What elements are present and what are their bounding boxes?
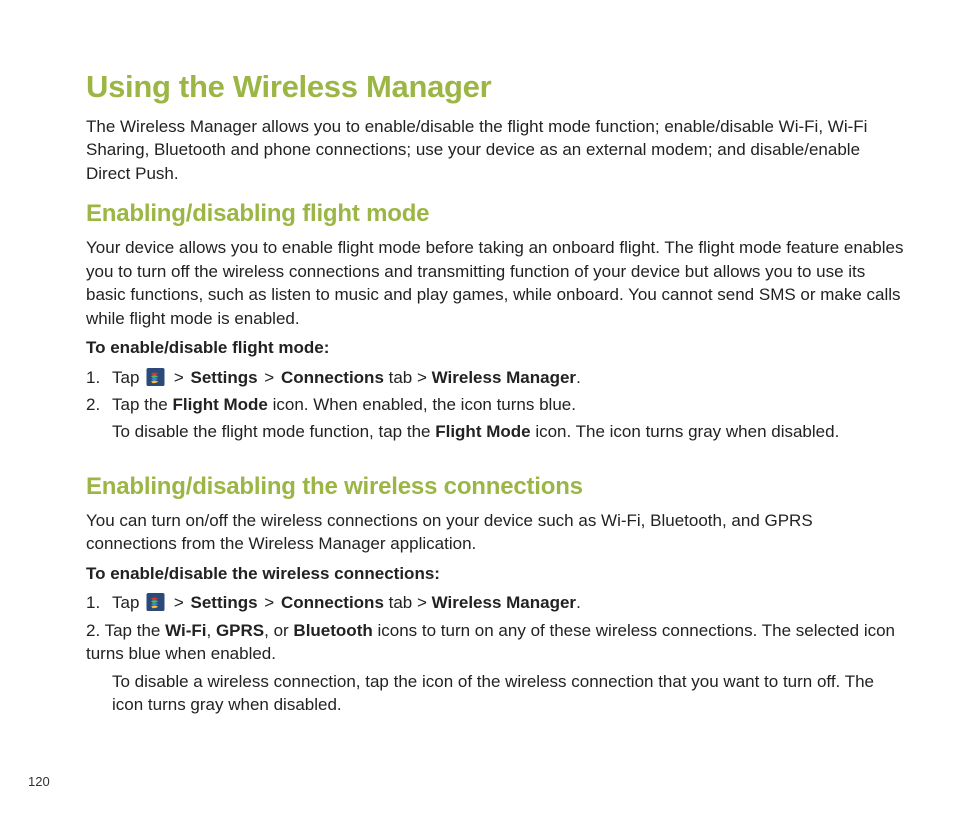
flight-mode-label: Flight Mode xyxy=(435,422,530,441)
nav-connections: Connections xyxy=(281,368,384,387)
step-item: 1. Tap > Settings > Connections tab > Wi… xyxy=(86,366,906,389)
nav-wireless-manager: Wireless Manager xyxy=(432,593,576,612)
step-text: . xyxy=(576,368,581,387)
step-note: To disable a wireless connection, tap th… xyxy=(86,670,906,717)
step-note: To disable the flight mode function, tap… xyxy=(86,420,906,443)
breadcrumb-separator: > xyxy=(260,368,279,387)
nav-connections: Connections xyxy=(281,593,384,612)
step-text: Tap the xyxy=(112,395,173,414)
intro-paragraph: The Wireless Manager allows you to enabl… xyxy=(86,115,906,185)
wifi-label: Wi-Fi xyxy=(165,621,206,640)
step-text: . xyxy=(576,593,581,612)
step-text: icon. When enabled, the icon turns blue. xyxy=(268,395,576,414)
windows-start-icon xyxy=(146,368,165,386)
step-text: To disable the flight mode function, tap… xyxy=(112,422,435,441)
breadcrumb-separator: > xyxy=(169,593,188,612)
section-paragraph: You can turn on/off the wireless connect… xyxy=(86,509,906,556)
step-text: Tap xyxy=(112,593,144,612)
step-item: 2. Tap the Wi-Fi, GPRS, or Bluetooth ico… xyxy=(86,619,906,666)
step-text: tab > xyxy=(384,593,432,612)
step-text: , xyxy=(206,621,215,640)
instruction-label: To enable/disable flight mode: xyxy=(86,336,906,359)
instruction-label: To enable/disable the wireless connectio… xyxy=(86,562,906,585)
steps-list: 1. Tap > Settings > Connections tab > Wi… xyxy=(86,591,906,614)
section-flight-mode: Enabling/disabling flight mode Your devi… xyxy=(86,197,906,444)
step-text: tab > xyxy=(384,368,432,387)
nav-settings: Settings xyxy=(191,593,258,612)
step-text: , or xyxy=(264,621,293,640)
section-heading: Enabling/disabling flight mode xyxy=(86,197,906,230)
step-text: icon. The icon turns gray when disabled. xyxy=(531,422,840,441)
step-item: 2. Tap the Flight Mode icon. When enable… xyxy=(86,393,906,416)
section-heading: Enabling/disabling the wireless connecti… xyxy=(86,470,906,503)
steps-list: 1. Tap > Settings > Connections tab > Wi… xyxy=(86,366,906,417)
section-wireless-connections: Enabling/disabling the wireless connecti… xyxy=(86,470,906,717)
step-text: 2. Tap the xyxy=(86,621,165,640)
bluetooth-label: Bluetooth xyxy=(293,621,372,640)
step-item: 1. Tap > Settings > Connections tab > Wi… xyxy=(86,591,906,614)
step-number: 2. xyxy=(86,393,100,416)
gprs-label: GPRS xyxy=(216,621,264,640)
breadcrumb-separator: > xyxy=(169,368,188,387)
windows-start-icon xyxy=(146,593,165,611)
breadcrumb-separator: > xyxy=(260,593,279,612)
section-paragraph: Your device allows you to enable flight … xyxy=(86,236,906,330)
page-number: 120 xyxy=(28,773,50,791)
step-number: 1. xyxy=(86,366,100,389)
step-number: 1. xyxy=(86,591,100,614)
page-title: Using the Wireless Manager xyxy=(86,66,906,109)
flight-mode-label: Flight Mode xyxy=(173,395,268,414)
nav-wireless-manager: Wireless Manager xyxy=(432,368,576,387)
step-text: Tap xyxy=(112,368,144,387)
nav-settings: Settings xyxy=(191,368,258,387)
